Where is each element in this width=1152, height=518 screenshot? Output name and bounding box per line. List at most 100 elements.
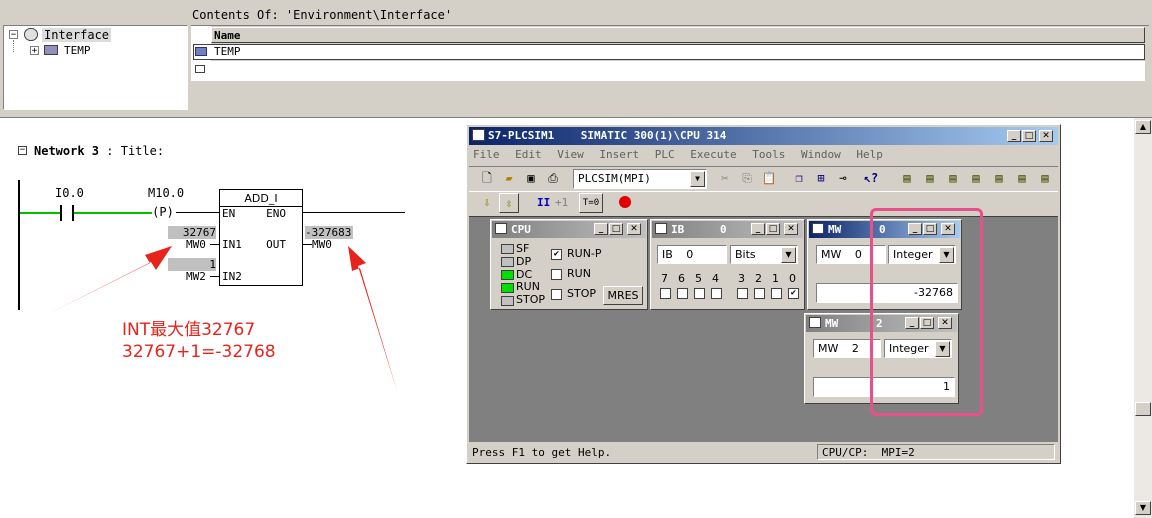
temp-block-icon [44,45,58,55]
insert-input-icon[interactable]: ▤ [897,169,917,189]
mw2-address-label: MW [818,342,839,355]
mw2-address-num: 2 [851,342,859,355]
mw0-window-title: MW [828,223,842,236]
led-sf [501,244,514,254]
tree-expand-icon[interactable]: + [30,46,39,56]
ib-minimize-button[interactable]: _ [751,223,765,235]
maximize-button[interactable]: □ [1022,130,1036,142]
bit-label-3: 3 [738,272,745,285]
led-dp [501,257,514,267]
contents-header: Contents Of: 'Environment\Interface' [192,8,453,22]
menu-tools[interactable]: Tools [752,148,785,161]
cpu-close-button[interactable]: ✕ [627,223,641,235]
tree-item-temp[interactable]: TEMP [64,44,91,58]
print-icon[interactable]: ⎙ [543,169,563,189]
record-icon[interactable] [619,196,631,208]
led-run-label: RUN [516,280,540,293]
ib-bit-6-checkbox[interactable] [677,288,688,299]
ib-bit-5-checkbox[interactable] [694,288,705,299]
menu-plc[interactable]: PLC [655,148,675,161]
menu-view[interactable]: View [557,148,584,161]
ib-bit-0-checkbox[interactable]: ✔ [788,288,799,299]
insert-timer-icon[interactable]: ▤ [966,169,986,189]
plcsim-menubar: File Edit View Insert PLC Execute Tools … [473,148,883,164]
bit-label-5: 5 [695,272,702,285]
splitter[interactable] [0,110,1152,118]
details-row-temp[interactable]: TEMP [193,44,1145,60]
insert-bit-memory-icon[interactable]: ▤ [943,169,963,189]
led-dp-label: DP [516,255,532,268]
new-row-icon [195,65,205,73]
plcsim-titlebar[interactable]: S7-PLCSIM1 SIMATIC 300(1)\CPU 314 _ □ ✕ [469,127,1058,145]
minimize-button[interactable]: _ [1007,130,1021,142]
insert-generic-icon[interactable]: ▤ [1012,169,1032,189]
ib-format-select[interactable]: Bits ▼ [730,245,798,264]
annotation-line-1: INT最大值32767 [122,320,256,340]
new-file-icon[interactable]: 🗋 [477,169,497,189]
continuous-scan-icon[interactable]: ⇳ [499,193,519,213]
cpu-maximize-button[interactable]: □ [609,223,623,235]
copy-icon[interactable]: ⎘ [737,169,757,189]
reset-timers-label: T=0 [582,198,600,208]
plcsim-app-icon [472,129,485,141]
led-run [501,283,514,293]
mw2-window-title: MW [825,317,839,330]
scroll-thumb[interactable] [1135,402,1151,416]
mres-button[interactable]: MRES [603,286,643,305]
toolbar-1: 🗋 ▰ ▣ ⎙ PLCSIM(MPI) ▼ ✂ ⎘ 📋 ❐ ⊞ ⊸ ↖? ▤ ▤… [469,166,1058,192]
insert-output-icon[interactable]: ▤ [920,169,940,189]
scroll-down-button[interactable]: ▼ [1135,501,1151,515]
ib-bit-2-checkbox[interactable] [754,288,765,299]
ib-bit-4-checkbox[interactable] [711,288,722,299]
ib-bit-1-checkbox[interactable] [771,288,782,299]
save-icon[interactable]: ▣ [521,169,541,189]
next-scan-button[interactable]: +1 [555,196,568,209]
run-checkbox[interactable] [551,269,562,280]
ib-bit-3-checkbox[interactable] [737,288,748,299]
mw0-window-icon [812,223,824,234]
bit-label-2: 2 [755,272,762,285]
cascade-icon[interactable]: ❐ [789,169,809,189]
arrow-left [48,246,172,314]
cpu-titlebar[interactable]: CPU _ □ ✕ [492,221,646,238]
close-button[interactable]: ✕ [1039,130,1053,142]
menu-help[interactable]: Help [856,148,883,161]
menu-file[interactable]: File [473,148,500,161]
column-header-name[interactable]: Name [211,27,1145,43]
interface-select[interactable]: PLCSIM(MPI) ▼ [573,169,707,189]
status-help-text: Press F1 to get Help. [472,446,612,459]
ib-titlebar[interactable]: IB 0 _ □ ✕ [652,221,803,238]
insert-vertical-bits-icon[interactable]: ▤ [1035,169,1055,189]
vertical-scrollbar[interactable] [1134,118,1152,518]
cpu-minimize-button[interactable]: _ [594,223,608,235]
scroll-up-button[interactable]: ▲ [1135,120,1151,134]
insert-counter-icon[interactable]: ▤ [989,169,1009,189]
column-name-label: Name [214,29,241,42]
menu-execute[interactable]: Execute [690,148,736,161]
ib-bit-7-checkbox[interactable] [660,288,671,299]
ib-chevron-down-icon[interactable]: ▼ [781,247,796,263]
context-help-icon[interactable]: ↖? [861,169,881,189]
pin-icon[interactable]: ⊸ [833,169,853,189]
pause-icon[interactable]: II [537,196,550,209]
tile-icon[interactable]: ⊞ [811,169,831,189]
open-folder-icon[interactable]: ▰ [499,169,519,189]
reset-timers-button[interactable]: T=0 [579,193,603,213]
stop-checkbox[interactable] [551,289,562,300]
tree-collapse-icon[interactable]: − [9,30,18,40]
cut-icon[interactable]: ✂ [715,169,735,189]
ib-address-field[interactable]: IB 0 [657,245,727,264]
menu-insert[interactable]: Insert [599,148,639,161]
runp-checkbox[interactable]: ✔ [551,249,562,260]
menu-window[interactable]: Window [801,148,841,161]
ib-close-button[interactable]: ✕ [784,223,798,235]
mw0-address-label: MW [821,248,842,261]
single-scan-icon[interactable]: ⇩ [477,193,497,213]
menu-edit[interactable]: Edit [515,148,542,161]
annotation-arrows [48,246,398,394]
ib-maximize-button[interactable]: □ [766,223,780,235]
tree-item-interface[interactable]: Interface [42,28,112,42]
chevron-down-icon[interactable]: ▼ [690,171,705,187]
ib-address-num: 0 [686,248,694,261]
paste-icon[interactable]: 📋 [759,169,779,189]
